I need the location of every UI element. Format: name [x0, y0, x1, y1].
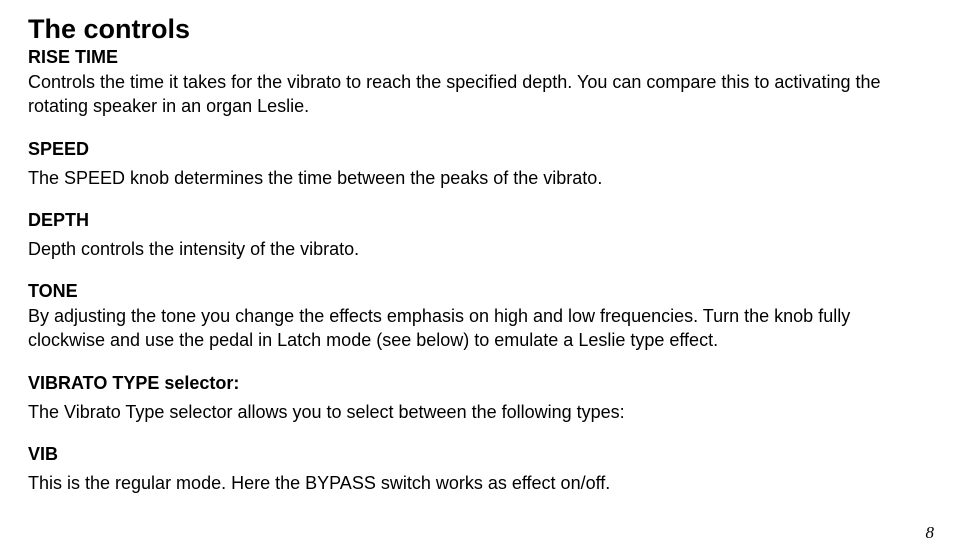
body-rise-time: Controls the time it takes for the vibra…: [28, 70, 926, 119]
heading-vibrato-type: VIBRATO TYPE selector:: [28, 373, 926, 394]
section-vib: VIB This is the regular mode. Here the B…: [28, 444, 926, 495]
section-rise-time: RISE TIME Controls the time it takes for…: [28, 47, 926, 119]
heading-rise-time: RISE TIME: [28, 47, 926, 68]
body-vibrato-type: The Vibrato Type selector allows you to …: [28, 400, 926, 424]
body-tone: By adjusting the tone you change the eff…: [28, 304, 926, 353]
page-number: 8: [926, 523, 935, 543]
document-page: The controls RISE TIME Controls the time…: [0, 0, 954, 557]
heading-tone: TONE: [28, 281, 926, 302]
heading-speed: SPEED: [28, 139, 926, 160]
section-tone: TONE By adjusting the tone you change th…: [28, 281, 926, 353]
body-speed: The SPEED knob determines the time betwe…: [28, 166, 926, 190]
section-speed: SPEED The SPEED knob determines the time…: [28, 139, 926, 190]
body-vib: This is the regular mode. Here the BYPAS…: [28, 471, 926, 495]
body-depth: Depth controls the intensity of the vibr…: [28, 237, 926, 261]
section-vibrato-type: VIBRATO TYPE selector: The Vibrato Type …: [28, 373, 926, 424]
heading-vib: VIB: [28, 444, 926, 465]
section-depth: DEPTH Depth controls the intensity of th…: [28, 210, 926, 261]
page-title: The controls: [28, 14, 926, 45]
heading-depth: DEPTH: [28, 210, 926, 231]
